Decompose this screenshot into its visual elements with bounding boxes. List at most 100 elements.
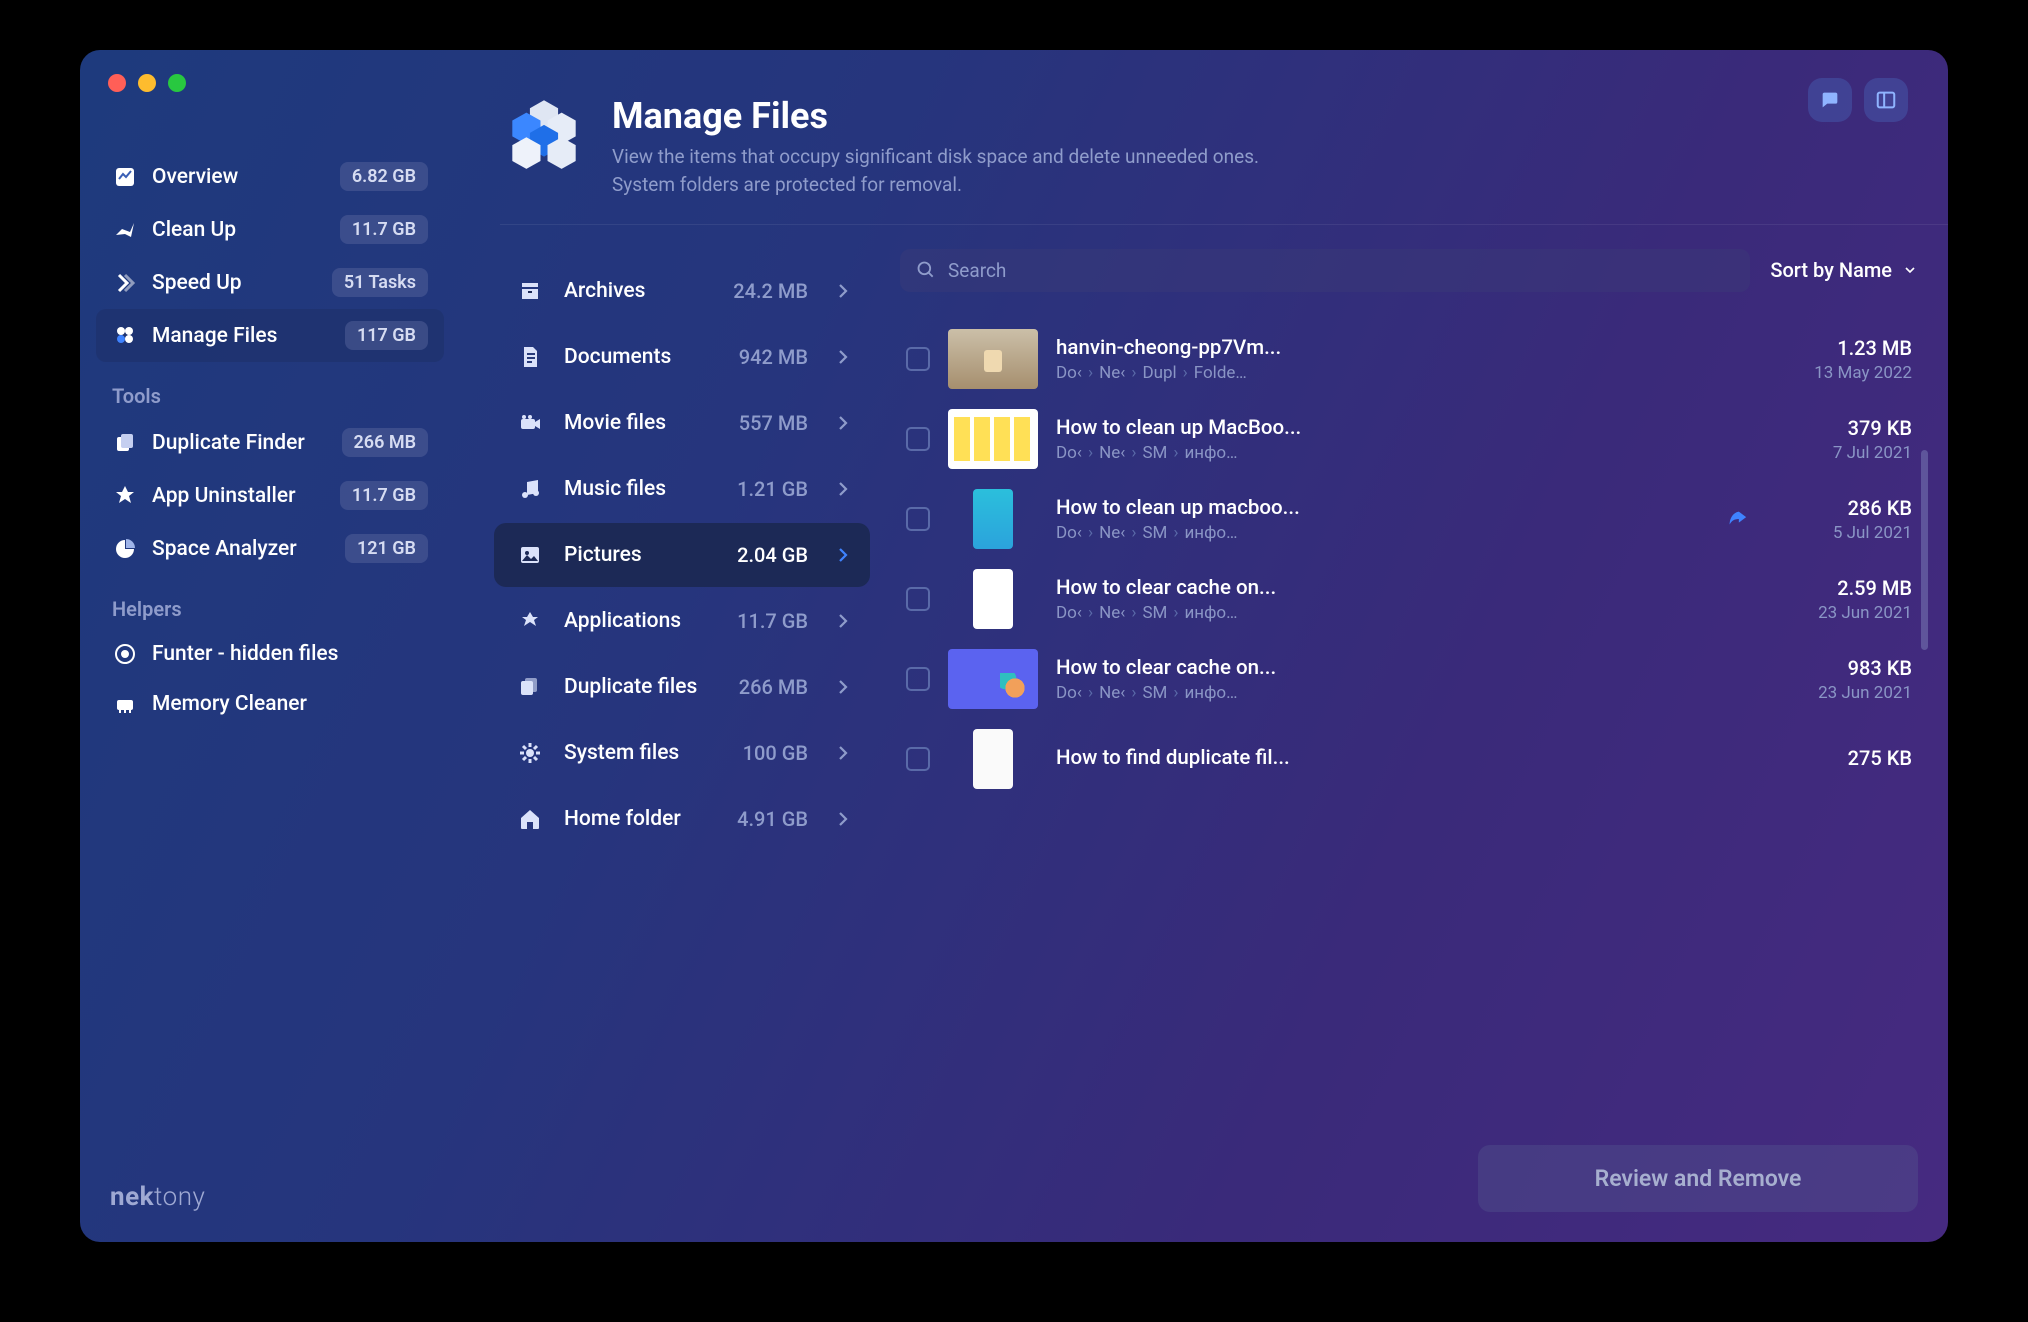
file-size: 2.59 MB xyxy=(1772,576,1912,600)
file-date: 23 Jun 2021 xyxy=(1772,603,1912,623)
category-system-files[interactable]: System files 100 GB xyxy=(494,721,870,785)
category-size: 266 MB xyxy=(739,675,808,699)
minimize-window-icon[interactable] xyxy=(138,74,156,92)
chevron-right-icon xyxy=(838,811,848,827)
page-header: Manage Files View the items that occupy … xyxy=(460,80,1948,224)
nav-item-overview[interactable]: Overview 6.82 GB xyxy=(96,150,444,203)
category-label: Home folder xyxy=(564,807,681,831)
chevron-right-icon xyxy=(838,415,848,431)
nav-icon xyxy=(112,536,138,562)
nav-item-duplicate-finder[interactable]: Duplicate Finder 266 MB xyxy=(96,416,444,469)
category-archives[interactable]: Archives 24.2 MB xyxy=(494,259,870,323)
category-icon xyxy=(516,541,544,569)
nav-label: Memory Cleaner xyxy=(152,692,307,716)
category-movie-files[interactable]: Movie files 557 MB xyxy=(494,391,870,455)
category-documents[interactable]: Documents 942 MB xyxy=(494,325,870,389)
nav-badge: 51 Tasks xyxy=(332,268,428,297)
category-icon xyxy=(516,277,544,305)
category-music-files[interactable]: Music files 1.21 GB xyxy=(494,457,870,521)
nav-icon xyxy=(112,430,138,456)
sidebar: Overview 6.82 GB Clean Up 11.7 GB Speed … xyxy=(80,50,460,1242)
nav-item-space-analyzer[interactable]: Space Analyzer 121 GB xyxy=(96,522,444,575)
search-input[interactable] xyxy=(948,259,1734,282)
nav-icon xyxy=(112,323,138,349)
file-row[interactable]: How to clear cache on... Do‹›Ne‹›SM›инфо… xyxy=(900,639,1918,719)
file-checkbox[interactable] xyxy=(906,587,930,611)
nav-icon xyxy=(112,691,138,717)
file-row[interactable]: How to find duplicate fil... 275 KB xyxy=(900,719,1918,799)
share-icon xyxy=(1726,508,1748,530)
category-pictures[interactable]: Pictures 2.04 GB xyxy=(494,523,870,587)
file-date: 5 Jul 2021 xyxy=(1772,523,1912,543)
category-icon xyxy=(516,475,544,503)
category-applications[interactable]: Applications 11.7 GB xyxy=(494,589,870,653)
file-name: hanvin-cheong-pp7Vm... xyxy=(1056,336,1754,360)
nav-badge: 11.7 GB xyxy=(340,215,428,244)
file-row[interactable]: How to clean up MacBoo... Do‹›Ne‹›SM›инф… xyxy=(900,399,1918,479)
file-size: 379 KB xyxy=(1772,416,1912,440)
file-checkbox[interactable] xyxy=(906,747,930,771)
file-name: How to clear cache on... xyxy=(1056,656,1754,680)
nav-badge: 266 MB xyxy=(342,428,429,457)
category-size: 11.7 GB xyxy=(737,609,808,633)
close-window-icon[interactable] xyxy=(108,74,126,92)
nav-badge: 6.82 GB xyxy=(340,162,428,191)
nav-item-clean-up[interactable]: Clean Up 11.7 GB xyxy=(96,203,444,256)
category-size: 557 MB xyxy=(739,411,808,435)
file-path: Do‹›Ne‹›Dupl›Folder 1 xyxy=(1056,363,1754,383)
fullscreen-window-icon[interactable] xyxy=(168,74,186,92)
file-checkbox[interactable] xyxy=(906,667,930,691)
nav-icon xyxy=(112,270,138,296)
category-label: Pictures xyxy=(564,543,642,567)
search-box[interactable] xyxy=(900,249,1750,292)
category-label: Duplicate files xyxy=(564,675,697,699)
category-home-folder[interactable]: Home folder 4.91 GB xyxy=(494,787,870,851)
file-row[interactable]: How to clear cache on... Do‹›Ne‹›SM›инфо… xyxy=(900,559,1918,639)
nav-badge: 11.7 GB xyxy=(340,481,428,510)
file-row[interactable]: How to clean up macboo... Do‹›Ne‹›SM›инф… xyxy=(900,479,1918,559)
chevron-right-icon xyxy=(838,547,848,563)
category-icon xyxy=(516,673,544,701)
search-icon xyxy=(916,260,936,280)
nav-badge: 121 GB xyxy=(345,534,428,563)
nav-badge: 117 GB xyxy=(345,321,428,350)
category-duplicate-files[interactable]: Duplicate files 266 MB xyxy=(494,655,870,719)
file-thumbnail xyxy=(973,729,1013,789)
nav-item-app-uninstaller[interactable]: App Uninstaller 11.7 GB xyxy=(96,469,444,522)
chevron-right-icon xyxy=(838,283,848,299)
category-icon xyxy=(516,343,544,371)
category-label: Documents xyxy=(564,345,671,369)
category-size: 1.21 GB xyxy=(737,477,808,501)
file-size: 286 KB xyxy=(1772,496,1912,520)
nav-label: Funter - hidden files xyxy=(152,642,338,666)
category-icon xyxy=(516,805,544,833)
file-date: 7 Jul 2021 xyxy=(1772,443,1912,463)
category-size: 4.91 GB xyxy=(737,807,808,831)
sort-dropdown[interactable]: Sort by Name xyxy=(1770,258,1918,282)
file-path: Do‹›Ne‹›SM›инфограф‹ xyxy=(1056,683,1754,703)
nav-item-memory-cleaner[interactable]: Memory Cleaner xyxy=(96,679,444,729)
file-thumbnail xyxy=(948,409,1038,469)
category-icon xyxy=(516,409,544,437)
nav-item-manage-files[interactable]: Manage Files 117 GB xyxy=(96,309,444,362)
nav-icon xyxy=(112,641,138,667)
files-panel: Sort by Name hanvin-cheong-pp7Vm... Do‹›… xyxy=(870,225,1948,1121)
file-thumbnail xyxy=(973,489,1013,549)
file-checkbox[interactable] xyxy=(906,427,930,451)
file-size: 983 KB xyxy=(1772,656,1912,680)
file-name: How to clear cache on... xyxy=(1056,576,1754,600)
file-path: Do‹›Ne‹›SM›инфографи‹ xyxy=(1056,443,1754,463)
file-checkbox[interactable] xyxy=(906,507,930,531)
scrollbar[interactable] xyxy=(1921,450,1928,650)
file-checkbox[interactable] xyxy=(906,347,930,371)
nav-label: Speed Up xyxy=(152,271,242,295)
section-header: Tools xyxy=(80,362,460,416)
category-size: 24.2 MB xyxy=(733,279,808,303)
file-path: Do‹›Ne‹›SM›инфограф‹ xyxy=(1056,603,1754,623)
category-size: 100 GB xyxy=(743,741,808,765)
review-and-remove-button[interactable]: Review and Remove xyxy=(1478,1145,1918,1212)
nav-item-speed-up[interactable]: Speed Up 51 Tasks xyxy=(96,256,444,309)
nav-icon xyxy=(112,483,138,509)
file-row[interactable]: hanvin-cheong-pp7Vm... Do‹›Ne‹›Dupl›Fold… xyxy=(900,319,1918,399)
nav-item-funter-hidden-files[interactable]: Funter - hidden files xyxy=(96,629,444,679)
